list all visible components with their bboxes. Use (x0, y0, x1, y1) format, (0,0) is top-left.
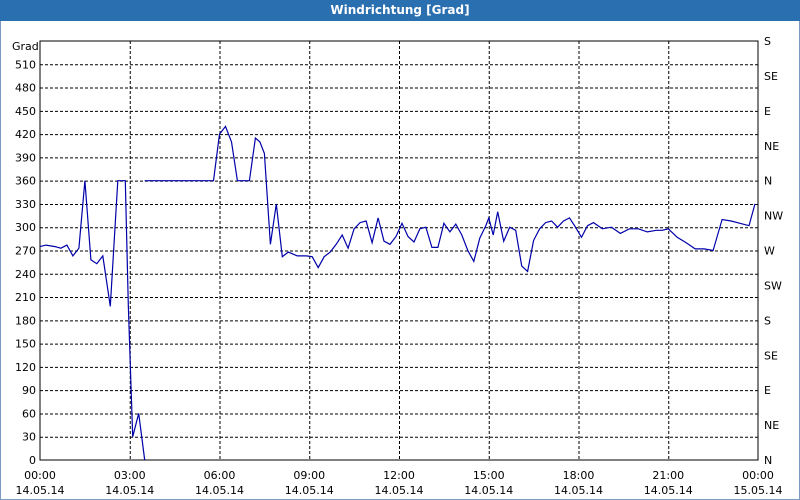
x-tick-date: 14.05.14 (105, 484, 154, 497)
right-axis-label: SW (764, 279, 782, 292)
x-tick-date: 14.05.14 (375, 484, 424, 497)
x-tick-time: 12:00 (383, 469, 415, 482)
x-tick-date: 14.05.14 (195, 484, 244, 497)
right-axis-label: NE (764, 140, 779, 153)
right-axis-label: E (764, 105, 771, 118)
y-tick-label: 360 (15, 175, 36, 188)
right-axis-label: SE (764, 70, 778, 83)
wind-direction-series-line (144, 125, 756, 273)
x-tick-time: 18:00 (563, 469, 595, 482)
x-tick-date: 14.05.14 (16, 484, 65, 497)
x-tick-time: 15:00 (473, 469, 505, 482)
x-tick-time: 00:00 (742, 469, 774, 482)
y-tick-label: 420 (15, 128, 36, 141)
x-tick-time: 21:00 (652, 469, 684, 482)
x-tick-time: 09:00 (293, 469, 325, 482)
y-tick-label: 120 (15, 361, 36, 374)
y-tick-label: 90 (22, 384, 36, 397)
right-axis-label: NE (764, 419, 779, 432)
x-tick-date: 14.05.14 (554, 484, 603, 497)
right-axis-label: E (764, 384, 771, 397)
right-axis-label: N (764, 454, 772, 467)
y-tick-label: 30 (22, 431, 36, 444)
y-tick-label: 0 (29, 454, 36, 467)
x-tick-time: 06:00 (204, 469, 236, 482)
right-axis-label: N (764, 175, 772, 188)
y-tick-label: 270 (15, 245, 36, 258)
y-tick-label: 510 (15, 58, 36, 71)
right-axis-label: S (764, 35, 771, 48)
y-tick-label: 480 (15, 82, 36, 95)
y-tick-label: 210 (15, 291, 36, 304)
x-tick-date: 14.05.14 (464, 484, 513, 497)
x-tick-date: 14.05.14 (644, 484, 693, 497)
y-tick-label: 240 (15, 268, 36, 281)
y-tick-label: 180 (15, 314, 36, 327)
x-tick-date: 14.05.14 (285, 484, 334, 497)
y-tick-label: 300 (15, 221, 36, 234)
y-tick-label: 330 (15, 198, 36, 211)
right-axis-label: W (764, 245, 775, 258)
y-tick-label: 390 (15, 151, 36, 164)
wind-direction-chart: 0 30 60 90 120 150 180 210 240 270 300 330 360 390 420… (12, 35, 783, 497)
right-axis-label: SE (764, 349, 778, 362)
x-tick-time: 03:00 (114, 469, 146, 482)
y-tick-label: 60 (22, 407, 36, 420)
right-axis-label: S (764, 314, 771, 327)
right-axis-label: NW (764, 210, 783, 223)
y-tick-label: 150 (15, 338, 36, 351)
y-tick-label: 450 (15, 105, 36, 118)
x-tick-date: 15.05.14 (734, 484, 783, 497)
y-axis-label: Grad (12, 40, 39, 53)
x-tick-time: 00:00 (24, 469, 56, 482)
